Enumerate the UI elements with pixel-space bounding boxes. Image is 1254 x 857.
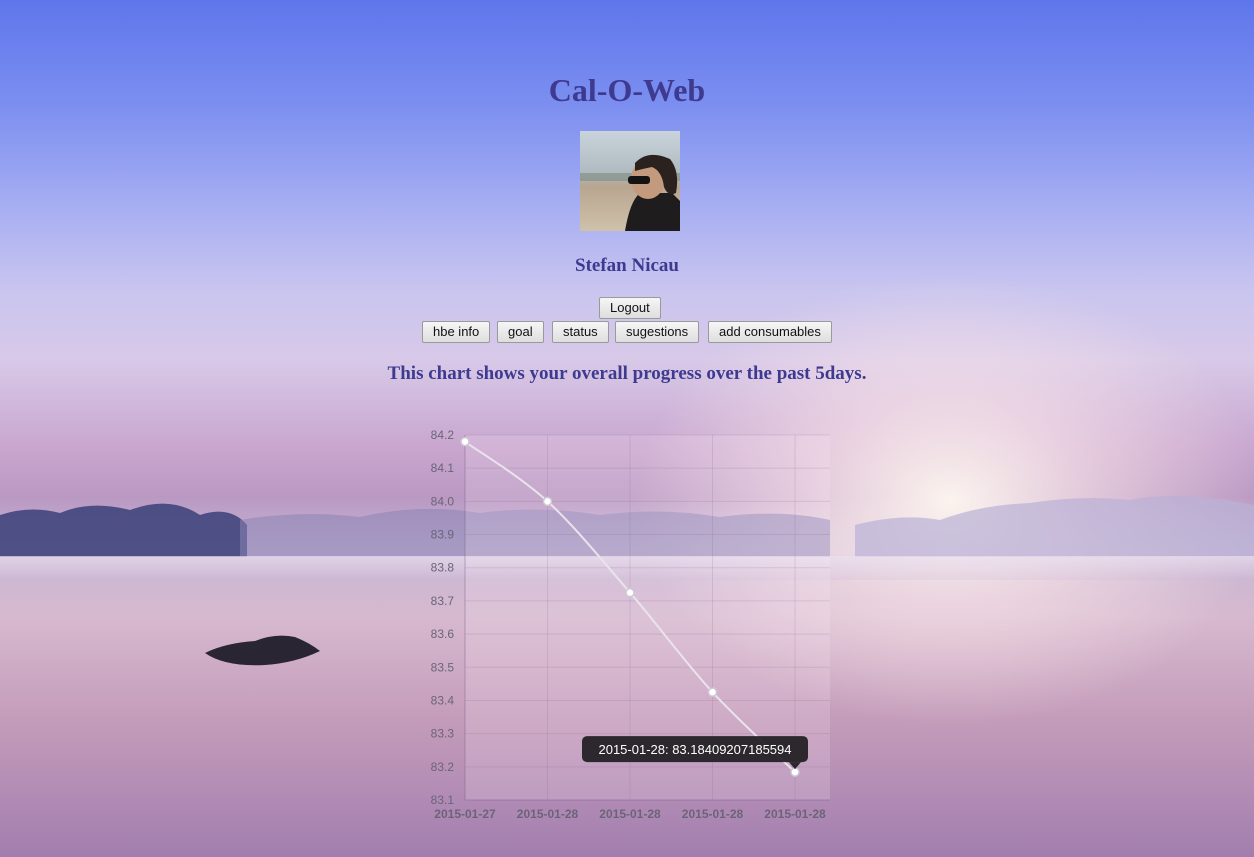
- chart-y-tick-label: 84.1: [431, 461, 455, 475]
- progress-chart: 84.2 84.1 84.0 83.9 83.8 83.7 83.6 83.5 83.4 83.3…: [431, 428, 830, 821]
- app-title: Cal-O-Web: [548, 72, 706, 108]
- chart-x-tick-label: 2015-01-28: [599, 807, 661, 821]
- chart-y-tick-label: 83.6: [431, 627, 455, 641]
- goal-button[interactable]: goal: [497, 321, 544, 343]
- add-consumables-button[interactable]: add consumables: [708, 321, 832, 343]
- chart-y-tick-label: 83.2: [431, 760, 455, 774]
- hbe-info-button[interactable]: hbe info: [422, 321, 491, 343]
- chart-x-tick-label: 2015-01-28: [682, 807, 744, 821]
- chart-x-tick-label: 2015-01-28: [517, 807, 579, 821]
- status-button[interactable]: status: [552, 321, 609, 343]
- chart-y-tick-label: 83.1: [431, 793, 455, 807]
- chart-tooltip-text: 2015-01-28: 83.18409207185594: [598, 742, 791, 757]
- chart-x-tick-label: 2015-01-27: [434, 807, 496, 821]
- chart-data-point: [707, 687, 718, 697]
- chart-y-tick-label: 84.2: [431, 428, 455, 442]
- chart-y-tick-label: 83.8: [431, 561, 455, 575]
- chart-data-point: [542, 496, 553, 507]
- user-name: Stefan Nicau: [575, 255, 679, 276]
- chart-y-tick-label: 83.9: [431, 528, 455, 542]
- sugestions-button[interactable]: sugestions: [615, 321, 700, 343]
- chart-data-point: [625, 587, 635, 598]
- chart-x-tick-label: 2015-01-28: [764, 807, 826, 821]
- chart-y-tick-label: 83.4: [431, 693, 455, 707]
- chart-data-point: [460, 436, 470, 447]
- rock-decoration: [205, 635, 320, 666]
- avatar: [580, 131, 680, 231]
- chart-y-tick-label: 83.3: [431, 727, 455, 741]
- avatar-photo: [580, 131, 680, 231]
- chart-description: This chart shows your overall progress o…: [387, 363, 867, 384]
- chart-y-tick-label: 83.5: [431, 660, 455, 674]
- chart-data-point: [790, 767, 800, 777]
- chart-y-tick-label: 84.0: [431, 494, 455, 508]
- chart-y-tick-label: 83.7: [431, 594, 455, 608]
- logout-button[interactable]: Logout: [599, 297, 661, 319]
